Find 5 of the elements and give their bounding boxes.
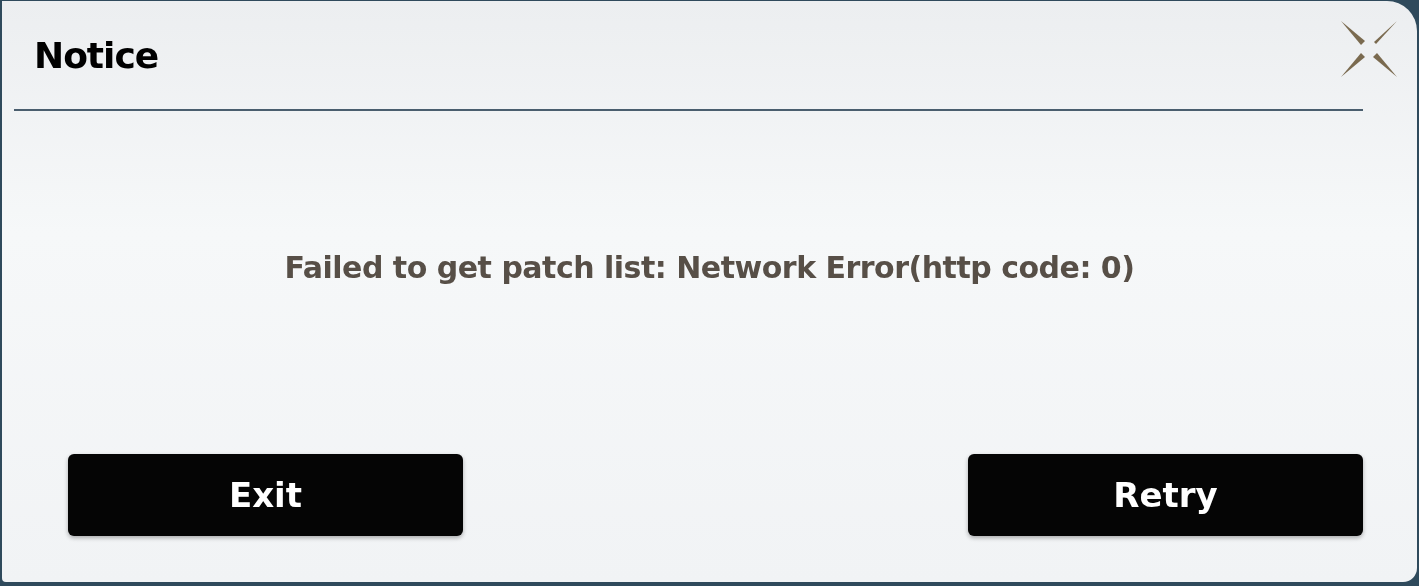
close-icon[interactable] — [1339, 19, 1399, 79]
dialog-title: Notice — [34, 34, 159, 76]
retry-button[interactable]: Retry — [968, 454, 1363, 536]
error-message: Failed to get patch list: Network Error(http code: 0) — [284, 250, 1135, 285]
exit-button[interactable]: Exit — [68, 454, 463, 536]
